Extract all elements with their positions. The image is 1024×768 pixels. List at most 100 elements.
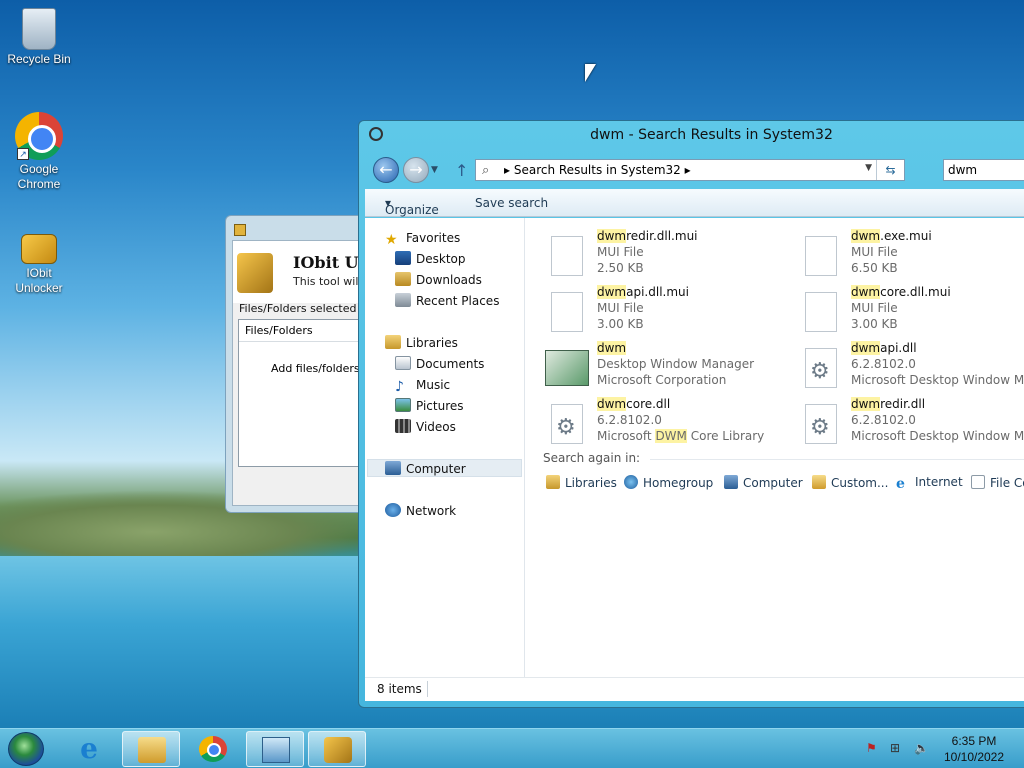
- address-dropdown-icon[interactable]: ▼: [865, 163, 872, 173]
- chrome-icon: ↗: [15, 112, 63, 160]
- address-bar[interactable]: ⌕ ▸ Search Results in System32 ▸ ▼ ⇆: [475, 159, 905, 181]
- desktop-icon-recycle-bin[interactable]: Recycle Bin: [1, 8, 77, 67]
- clock-time: 6:35 PM: [951, 734, 997, 748]
- start-button[interactable]: [8, 732, 44, 766]
- taskbar-internet-explorer[interactable]: e: [60, 731, 118, 767]
- music-note-icon: ♪: [395, 379, 404, 395]
- file-contents-icon: [971, 475, 985, 489]
- result-item[interactable]: dwmcore.dll.mui MUI File 3.00 KB: [799, 284, 1024, 336]
- address-path[interactable]: ▸ Search Results in System32 ▸: [504, 163, 691, 177]
- file-size: 6.50 KB: [851, 261, 898, 275]
- nav-videos[interactable]: Videos: [395, 418, 456, 436]
- taskbar-iobit-unlocker[interactable]: [308, 731, 366, 767]
- search-again-custom[interactable]: Custom...: [812, 475, 888, 490]
- folder-icon: [138, 737, 166, 763]
- file-name: dwmcore.dll.mui: [851, 285, 951, 299]
- search-again-internet[interactable]: e Internet: [896, 475, 963, 491]
- file-name: dwm: [597, 341, 627, 355]
- nav-desktop[interactable]: Desktop: [395, 250, 466, 268]
- forward-button[interactable]: →: [403, 157, 429, 183]
- iobit-title-icon: [234, 224, 246, 236]
- desktop-icon-label: Recycle Bin: [7, 52, 71, 66]
- nav-documents[interactable]: Documents: [395, 355, 484, 373]
- recent-places-icon: [395, 293, 411, 307]
- nav-music[interactable]: ♪ Music: [395, 376, 450, 394]
- recycle-bin-icon: [22, 8, 56, 50]
- search-results: dwmredir.dll.mui MUI File 2.50 KB dwm.ex…: [530, 218, 1024, 677]
- pictures-icon: [395, 398, 411, 412]
- taskbar-file-explorer[interactable]: [122, 731, 180, 767]
- internet-explorer-icon: e: [80, 732, 98, 765]
- search-again-libraries[interactable]: Libraries: [546, 475, 617, 490]
- nav-network[interactable]: Network: [385, 502, 456, 520]
- file-size: 3.00 KB: [851, 317, 898, 331]
- iobit-unlocker-window[interactable]: IObit Un This tool will h Files/Folders …: [225, 215, 374, 513]
- volume-muted-icon[interactable]: 🔈: [914, 741, 929, 755]
- explorer-content: ★ Favorites Desktop Downloads Recent Plac…: [365, 218, 1024, 701]
- nav-libraries[interactable]: Libraries: [385, 334, 458, 352]
- network-tray-icon[interactable]: ⊞: [890, 741, 900, 755]
- iobit-unlocker-icon: [324, 737, 352, 763]
- file-icon: [805, 292, 837, 332]
- refresh-button[interactable]: ⇆: [876, 160, 904, 180]
- nav-favorites[interactable]: ★ Favorites: [385, 229, 460, 247]
- iobit-unlocker-icon: [21, 234, 57, 264]
- search-again-computer[interactable]: Computer: [724, 475, 803, 490]
- search-again-homegroup[interactable]: Homegroup: [624, 475, 713, 490]
- explorer-window[interactable]: dwm - Search Results in System32 ← → ▼ ↑…: [358, 120, 1024, 708]
- desktop-icon-iobit-unlocker[interactable]: IObit Unlocker: [1, 218, 77, 296]
- dll-gear-icon: [551, 404, 583, 444]
- file-type: MUI File: [851, 245, 898, 259]
- search-box[interactable]: [943, 159, 1024, 181]
- taskbar-remote-desktop[interactable]: [246, 731, 304, 767]
- nav-pictures[interactable]: Pictures: [395, 397, 464, 415]
- homegroup-icon: [624, 475, 638, 489]
- window-title: dwm - Search Results in System32: [590, 127, 833, 143]
- taskbar-chrome[interactable]: [184, 731, 242, 767]
- chrome-icon: [199, 736, 227, 762]
- organize-button[interactable]: Organize ▾: [385, 196, 439, 217]
- result-item[interactable]: dwmapi.dll.mui MUI File 3.00 KB: [545, 284, 805, 336]
- desktop-icon-google-chrome[interactable]: ↗ Google Chrome: [1, 112, 77, 192]
- result-item[interactable]: dwmapi.dll 6.2.8102.0 Microsoft Desktop …: [799, 340, 1024, 392]
- downloads-folder-icon: [395, 272, 411, 286]
- result-item[interactable]: dwm Desktop Window Manager Microsoft Cor…: [545, 340, 805, 392]
- divider: [650, 459, 1024, 460]
- nav-computer[interactable]: Computer: [367, 459, 522, 477]
- libraries-icon: [546, 475, 560, 489]
- system-clock[interactable]: 6:35 PM 10/10/2022: [938, 733, 1010, 765]
- command-bar: Organize ▾ Save search: [365, 189, 1024, 217]
- application-icon: [545, 350, 589, 386]
- result-item[interactable]: dwmredir.dll.mui MUI File 2.50 KB: [545, 228, 805, 280]
- files-list[interactable]: Files/Folders Add files/folders to: [238, 319, 374, 467]
- nav-recent-places[interactable]: Recent Places: [395, 292, 499, 310]
- search-again-file-contents[interactable]: File Co: [971, 475, 1024, 490]
- file-type: MUI File: [597, 301, 644, 315]
- file-icon: [551, 236, 583, 276]
- mouse-cursor-icon: [585, 64, 596, 82]
- libraries-icon: [385, 335, 401, 349]
- file-company: Microsoft Corporation: [597, 373, 727, 387]
- files-column-header[interactable]: Files/Folders: [239, 320, 362, 342]
- action-center-flag-icon[interactable]: ⚑: [866, 741, 877, 755]
- file-description: Microsoft DWM Core Library: [597, 429, 765, 443]
- back-button[interactable]: ←: [373, 157, 399, 183]
- file-type: MUI File: [851, 301, 898, 315]
- save-search-button[interactable]: Save search: [475, 196, 548, 210]
- recent-pages-dropdown[interactable]: ▼: [431, 165, 438, 175]
- up-button[interactable]: ↑: [455, 161, 468, 180]
- taskbar: e ⚑ ⊞ 🔈 6:35 PM 10/10/2022: [0, 728, 1024, 768]
- favorites-star-icon: ★: [385, 232, 398, 248]
- iobit-client-area: IObit Un This tool will h Files/Folders …: [232, 240, 374, 506]
- file-name: dwmapi.dll: [851, 341, 917, 355]
- item-count: 8 items: [377, 682, 422, 696]
- search-input[interactable]: [944, 160, 1024, 180]
- nav-downloads[interactable]: Downloads: [395, 271, 482, 289]
- status-bar: 8 items: [365, 677, 1024, 701]
- result-item[interactable]: dwmredir.dll 6.2.8102.0 Microsoft Deskto…: [799, 396, 1024, 448]
- search-again-label: Search again in:: [543, 451, 641, 465]
- result-item[interactable]: dwm.exe.mui MUI File 6.50 KB: [799, 228, 1024, 280]
- file-name: dwmcore.dll: [597, 397, 671, 411]
- result-item[interactable]: dwmcore.dll 6.2.8102.0 Microsoft DWM Cor…: [545, 396, 805, 448]
- file-description: Microsoft Desktop Window Mana: [851, 429, 1024, 443]
